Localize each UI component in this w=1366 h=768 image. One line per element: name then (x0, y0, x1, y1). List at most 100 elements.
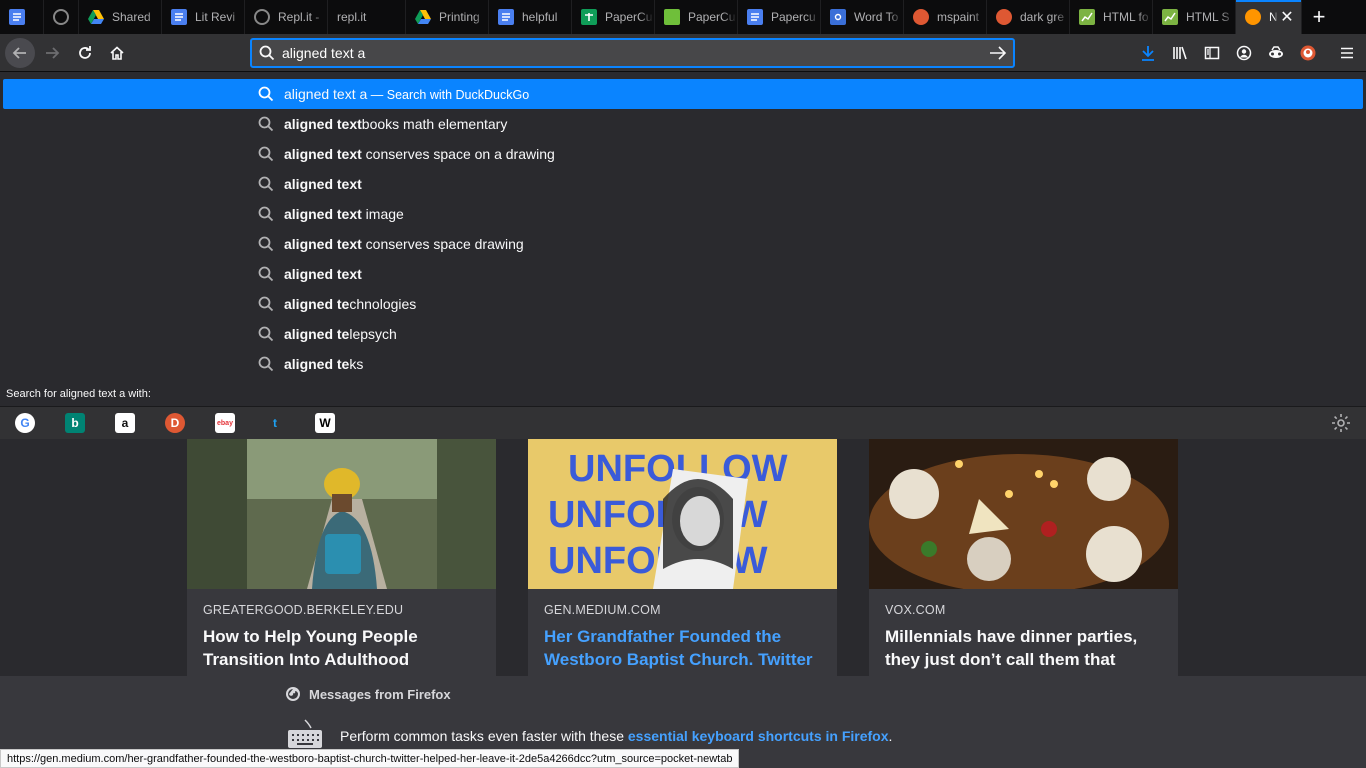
duckduckgo-engine-icon[interactable]: D (165, 413, 185, 433)
suggestion-item[interactable]: aligned textbooks math elementary (3, 109, 1363, 139)
suggestion-item[interactable]: aligned text image (3, 199, 1363, 229)
suggestion-text: aligned textbooks math elementary (284, 116, 508, 132)
story-title[interactable]: How to Help Young People Transition Into… (203, 625, 488, 671)
reload-icon (79, 46, 91, 59)
url-input[interactable] (282, 45, 983, 61)
library-button[interactable] (1165, 38, 1195, 68)
search-settings-button[interactable] (1331, 413, 1351, 438)
wikipedia-engine-icon[interactable]: W (315, 413, 335, 433)
reload-button[interactable] (70, 38, 100, 68)
tab-label: HTML fo (1103, 10, 1149, 24)
tab[interactable]: repl.it (328, 0, 406, 34)
status-url: https://gen.medium.com/her-grandfather-f… (0, 749, 740, 768)
suggestion-text: aligned teks (284, 356, 364, 372)
twitter-engine-icon[interactable]: t (265, 413, 285, 433)
tab[interactable]: Word To (821, 0, 904, 34)
google-docs-icon (747, 9, 763, 25)
search-icon (258, 116, 274, 135)
nav-bar (0, 34, 1366, 72)
tab-label: Printing (439, 10, 480, 24)
tab[interactable] (0, 0, 44, 34)
tab[interactable] (44, 0, 79, 34)
tab[interactable]: New✕ (1236, 0, 1302, 34)
tab-label: PaperCu (605, 10, 653, 24)
firefox-icon (286, 687, 300, 701)
tab-label: HTML S (1186, 10, 1230, 24)
tab[interactable]: Papercu (738, 0, 821, 34)
go-arrow-icon[interactable] (983, 45, 1013, 61)
tab[interactable]: mspaint (904, 0, 987, 34)
forward-button[interactable] (37, 38, 67, 68)
suggestion-item[interactable]: aligned text a — Search with DuckDuckGo (3, 79, 1363, 109)
sidebar-icon (1204, 46, 1220, 60)
tab-label: Word To (854, 10, 899, 24)
tab[interactable]: HTML S (1153, 0, 1236, 34)
messages-text: Perform common tasks even faster with th… (340, 728, 628, 744)
url-bar[interactable] (250, 38, 1015, 68)
tab[interactable]: helpful (489, 0, 572, 34)
search-icon (258, 86, 274, 105)
tab[interactable]: Shared (79, 0, 162, 34)
oneoff-search-label: Search for aligned text a with: (6, 388, 151, 400)
story-card[interactable]: UNFOLLOW UNFOLLOW UNFOLLOW GEN.MEDIUM.CO… (528, 439, 837, 676)
story-title[interactable]: Millennials have dinner parties, they ju… (885, 625, 1170, 671)
search-icon (258, 266, 274, 285)
library-icon (1173, 46, 1187, 60)
new-tab-button[interactable]: + (1302, 0, 1336, 34)
suggestion-text: aligned telepsych (284, 326, 397, 342)
story-title[interactable]: Her Grandfather Founded the Westboro Bap… (544, 625, 829, 676)
suggestion-text: aligned text conserves space drawing (284, 236, 524, 252)
home-button[interactable] (102, 38, 132, 68)
back-button[interactable] (5, 38, 35, 68)
messages-heading-text: Messages from Firefox (309, 686, 451, 702)
tab[interactable]: Repl.it - (245, 0, 328, 34)
sidebar-button[interactable] (1197, 38, 1227, 68)
search-icon (258, 176, 274, 195)
google-drive-icon (415, 9, 431, 25)
extension-button[interactable] (1261, 38, 1291, 68)
replit-icon (254, 9, 270, 25)
story-image: UNFOLLOW UNFOLLOW UNFOLLOW (528, 439, 837, 589)
downloads-button[interactable] (1133, 38, 1163, 68)
new-tab-page: GREATERGOOD.BERKELEY.EDU How to Help You… (0, 439, 1366, 676)
google-engine-icon[interactable]: G (15, 413, 35, 433)
tab[interactable]: PaperCu (572, 0, 655, 34)
keyboard-shortcuts-link[interactable]: essential keyboard shortcuts in Firefox (628, 728, 889, 744)
suggestion-item[interactable]: aligned teks (3, 349, 1363, 379)
amazon-engine-icon[interactable]: a (115, 413, 135, 433)
suggestion-item[interactable]: aligned text conserves space on a drawin… (3, 139, 1363, 169)
account-button[interactable] (1229, 38, 1259, 68)
google-docs-icon (171, 9, 187, 25)
suggestion-item[interactable]: aligned text conserves space drawing (3, 229, 1363, 259)
search-icon (252, 45, 282, 61)
menu-button[interactable] (1332, 38, 1362, 68)
story-source: GREATERGOOD.BERKELEY.EDU (203, 603, 404, 617)
gear-icon (830, 9, 846, 25)
tab[interactable]: HTML fo (1070, 0, 1153, 34)
story-card[interactable]: VOX.COM Millennials have dinner parties,… (869, 439, 1178, 676)
suggestion-text: aligned text a — Search with DuckDuckGo (284, 86, 530, 102)
tab[interactable]: dark gre (987, 0, 1070, 34)
ebay-engine-icon[interactable]: ebay (215, 413, 235, 433)
google-docs-icon (498, 9, 514, 25)
duckduckgo-icon (913, 9, 929, 25)
suggestion-item[interactable]: aligned text (3, 259, 1363, 289)
search-icon (258, 326, 274, 345)
suggestion-item[interactable]: aligned text (3, 169, 1363, 199)
duckduckgo-extension-button[interactable] (1293, 38, 1323, 68)
tab[interactable]: PaperCu (655, 0, 738, 34)
story-source: VOX.COM (885, 603, 946, 617)
search-icon (258, 146, 274, 165)
suggestion-item[interactable]: aligned telepsych (3, 319, 1363, 349)
story-card[interactable]: GREATERGOOD.BERKELEY.EDU How to Help You… (187, 439, 496, 676)
chart-icon (1162, 9, 1178, 25)
bing-engine-icon[interactable]: b (65, 413, 85, 433)
tab[interactable]: Printing (406, 0, 489, 34)
google-drive-icon (88, 9, 104, 25)
suggestion-text: aligned text (284, 266, 362, 282)
oneoff-search-bar: Gb a Debay t W (0, 406, 1366, 439)
tab[interactable]: Lit Revi (162, 0, 245, 34)
suggestion-text: aligned text (284, 176, 362, 192)
suggestion-item[interactable]: aligned technologies (3, 289, 1363, 319)
close-tab-icon[interactable]: ✕ (1277, 7, 1297, 27)
